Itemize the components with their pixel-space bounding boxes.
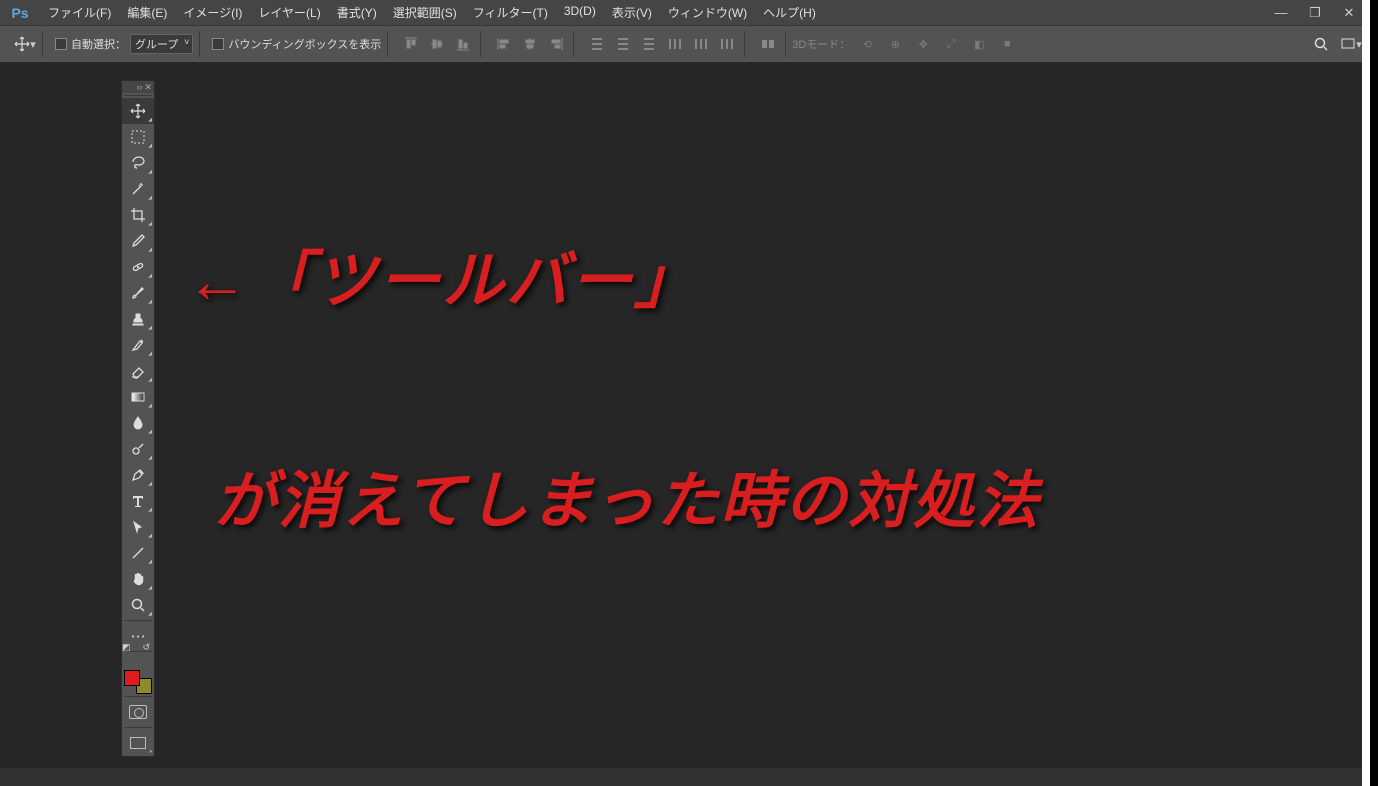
auto-select-dropdown[interactable]: グループ xyxy=(130,34,193,54)
path-tool-button[interactable]: ◢ xyxy=(122,514,154,540)
auto-align-icon[interactable] xyxy=(757,33,779,55)
minimize-button[interactable]: — xyxy=(1264,2,1298,24)
tools-panel: ›› ✕ ◢◢◢◢◢◢◢◢◢◢◢◢◢◢◢◢◢◢◢◢⋯ ◩↺ ▾ xyxy=(121,80,155,757)
foreground-color-swatch[interactable] xyxy=(124,670,140,686)
menu-item[interactable]: 3D(D) xyxy=(556,4,604,21)
default-colors-icon[interactable]: ◩↺ xyxy=(122,642,150,653)
auto-select-label: 自動選択： xyxy=(71,36,126,52)
dodge-tool-button[interactable]: ◢ xyxy=(122,436,154,462)
crop-tool-button[interactable]: ◢ xyxy=(122,202,154,228)
close-button[interactable]: ✕ xyxy=(1332,2,1366,24)
distribute-right-icon[interactable] xyxy=(716,33,738,55)
distribute-hcenter-icon[interactable] xyxy=(690,33,712,55)
menu-item[interactable]: ウィンドウ(W) xyxy=(660,4,755,21)
menu-bar: Ps ファイル(F)編集(E)イメージ(I)レイヤー(L)書式(Y)選択範囲(S… xyxy=(0,0,1370,25)
align-vcenter-icon[interactable] xyxy=(426,33,448,55)
maximize-button[interactable]: ❐ xyxy=(1298,2,1332,24)
line-tool-button[interactable]: ◢ xyxy=(122,540,154,566)
align-top-icon[interactable] xyxy=(400,33,422,55)
annotation-line-2: が消えてしまった時の対処法 xyxy=(214,450,1040,540)
stamp-tool-button[interactable]: ◢ xyxy=(122,306,154,332)
annotation-line-1: ←「ツールバー」 xyxy=(186,230,698,320)
distribute-vcenter-icon[interactable] xyxy=(612,33,634,55)
auto-select-checkbox[interactable] xyxy=(55,38,67,50)
hand-tool-button[interactable]: ◢ xyxy=(122,566,154,592)
collapse-icon[interactable]: ›› xyxy=(136,82,142,92)
3d-scale-icon[interactable]: ◧ xyxy=(968,33,990,55)
wand-tool-button[interactable]: ◢ xyxy=(122,176,154,202)
screen-mode-icon[interactable]: ▾ xyxy=(1340,33,1362,55)
3d-orbit-icon[interactable]: ⟲ xyxy=(856,33,878,55)
search-icon[interactable] xyxy=(1310,33,1332,55)
menu-item[interactable]: 編集(E) xyxy=(119,4,175,21)
eraser-tool-button[interactable]: ◢ xyxy=(122,358,154,384)
eyedropper-tool-button[interactable]: ◢ xyxy=(122,228,154,254)
quick-mask-button[interactable] xyxy=(122,699,154,725)
pen-tool-button[interactable]: ◢ xyxy=(122,462,154,488)
bounding-box-checkbox[interactable] xyxy=(212,38,224,50)
options-bar: ▾ 自動選択： グループ バウンディングボックスを表示 xyxy=(0,25,1370,63)
distribute-bottom-icon[interactable] xyxy=(638,33,660,55)
marquee-tool-button[interactable]: ◢ xyxy=(122,124,154,150)
blur-tool-button[interactable]: ◢ xyxy=(122,410,154,436)
window-controls: — ❐ ✕ xyxy=(1264,2,1366,24)
color-swatch[interactable] xyxy=(124,670,152,694)
zoom-tool-button[interactable]: ◢ xyxy=(122,592,154,618)
screen-mode-button[interactable]: ▾ xyxy=(122,730,154,756)
gradient-tool-button[interactable]: ◢ xyxy=(122,384,154,410)
3d-camera-icon[interactable]: ■ xyxy=(996,33,1018,55)
align-hcenter-icon[interactable] xyxy=(519,33,541,55)
lasso-tool-button[interactable]: ◢ xyxy=(122,150,154,176)
distribute-left-icon[interactable] xyxy=(664,33,686,55)
menu-item[interactable]: イメージ(I) xyxy=(175,4,250,21)
align-left-icon[interactable] xyxy=(493,33,515,55)
menu-item[interactable]: 表示(V) xyxy=(604,4,660,21)
menu-item[interactable]: ヘルプ(H) xyxy=(755,4,824,21)
canvas-area xyxy=(0,63,1362,768)
menu-item[interactable]: ファイル(F) xyxy=(40,4,119,21)
type-tool-button[interactable]: ◢ xyxy=(122,488,154,514)
app-logo: Ps xyxy=(4,0,36,25)
bounding-box-label: バウンディングボックスを表示 xyxy=(228,36,381,52)
panel-close-icon[interactable]: ✕ xyxy=(144,82,152,93)
align-bottom-icon[interactable] xyxy=(452,33,474,55)
tools-panel-header[interactable]: ›› ✕ xyxy=(122,81,154,93)
menu-item[interactable]: レイヤー(L) xyxy=(250,4,328,21)
3d-mode-label: 3Dモード： xyxy=(792,36,850,52)
menu-item[interactable]: 選択範囲(S) xyxy=(385,4,465,21)
move-tool-button[interactable]: ◢ xyxy=(122,98,154,124)
3d-roll-icon[interactable]: ⊕ xyxy=(884,33,906,55)
3d-slide-icon[interactable]: ⤢ xyxy=(940,33,962,55)
distribute-top-icon[interactable] xyxy=(586,33,608,55)
history-tool-button[interactable]: ◢ xyxy=(122,332,154,358)
brush-tool-button[interactable]: ◢ xyxy=(122,280,154,306)
move-tool-indicator-icon[interactable]: ▾ xyxy=(14,33,36,55)
menu-item[interactable]: フィルター(T) xyxy=(465,4,556,21)
right-edge-strip xyxy=(1362,0,1370,786)
3d-pan-icon[interactable]: ✥ xyxy=(912,33,934,55)
align-right-icon[interactable] xyxy=(545,33,567,55)
menu-item[interactable]: 書式(Y) xyxy=(329,4,385,21)
heal-tool-button[interactable]: ◢ xyxy=(122,254,154,280)
